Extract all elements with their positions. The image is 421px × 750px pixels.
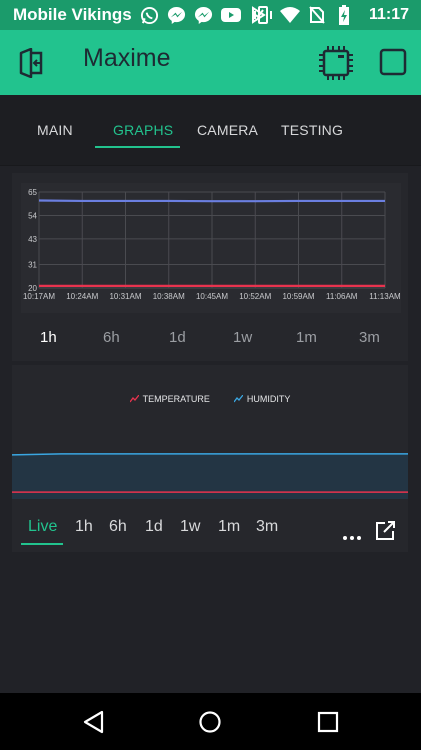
active-range-indicator [21, 543, 63, 545]
tab-bar: MAIN GRAPHS CAMERA TESTING [0, 95, 421, 166]
tab-camera[interactable]: CAMERA [197, 122, 258, 138]
y-tick-label: 54 [28, 211, 37, 220]
vibrate-icon [253, 5, 273, 25]
range-live[interactable]: Live [28, 518, 57, 536]
x-tick-label: 10:17AM [23, 292, 55, 301]
range-1h[interactable]: 1h [40, 329, 57, 346]
stop-square-icon[interactable] [379, 48, 407, 76]
history-chart[interactable]: 203143546510:17AM 10:24AM 10:31AM 10:38AM 10… [12, 173, 408, 316]
whatsapp-icon [140, 5, 160, 25]
range-1d[interactable]: 1d [145, 518, 163, 536]
live-range-selector: Live 1h 6h 1d 1w 1m 3m [12, 510, 408, 552]
android-nav-bar [0, 693, 421, 750]
clock: 11:17 [368, 6, 409, 23]
range-6h[interactable]: 6h [109, 518, 127, 536]
wifi-icon [279, 5, 300, 25]
battery-charging-icon [334, 5, 354, 25]
tab-testing[interactable]: TESTING [281, 122, 343, 138]
live-graph-widget: TEMPERATURE HUMIDITY Live 1h 6h 1d 1w 1m… [12, 365, 408, 552]
tab-main[interactable]: MAIN [37, 122, 73, 138]
y-tick-label: 65 [28, 188, 37, 197]
messenger-icon [194, 5, 214, 25]
youtube-icon [220, 5, 241, 25]
range-1w[interactable]: 1w [180, 518, 200, 536]
system-icons: 11:17 [253, 0, 409, 30]
history-range-selector: 1h 6h 1d 1w 1m 3m [12, 316, 408, 361]
x-tick-label: 11:06AM [326, 292, 358, 301]
status-bar: Mobile Vikings 11:17 [0, 0, 421, 30]
x-tick-label: 10:52AM [239, 292, 271, 301]
x-tick-label: 10:38AM [153, 292, 185, 301]
legend-humidity: HUMIDITY [233, 394, 291, 404]
range-6h[interactable]: 6h [103, 329, 120, 346]
range-1m[interactable]: 1m [296, 329, 317, 346]
home-icon[interactable] [198, 710, 222, 734]
live-chart[interactable] [12, 447, 408, 499]
legend-temperature-label: TEMPERATURE [142, 394, 210, 404]
exit-project-icon[interactable] [17, 47, 47, 79]
more-options-icon[interactable] [342, 527, 362, 540]
no-sim-icon [307, 5, 327, 25]
range-3m[interactable]: 3m [359, 329, 380, 346]
x-tick-label: 11:13AM [369, 292, 401, 301]
recents-icon[interactable] [316, 710, 340, 734]
range-1d[interactable]: 1d [169, 329, 186, 346]
project-title: Maxime [83, 44, 171, 72]
range-3m[interactable]: 3m [256, 518, 278, 536]
range-1w[interactable]: 1w [233, 329, 252, 346]
device-chip-icon[interactable] [318, 45, 354, 81]
app-bar: Maxime [0, 30, 421, 95]
tab-graphs[interactable]: GRAPHS [113, 122, 173, 138]
series-line-0 [38, 199, 385, 203]
x-tick-label: 10:31AM [109, 292, 141, 301]
range-1m[interactable]: 1m [218, 518, 240, 536]
active-tab-indicator [95, 146, 180, 148]
legend-temperature-icon [129, 395, 139, 403]
open-fullscreen-icon[interactable] [374, 520, 396, 542]
carrier-name: Mobile Vikings [13, 5, 132, 24]
back-icon[interactable] [82, 710, 106, 734]
y-tick-label: 31 [28, 261, 37, 270]
legend-temperature: TEMPERATURE [129, 394, 210, 404]
x-tick-label: 10:45AM [196, 292, 228, 301]
history-graph-widget: 20 31 43 54 65 10:17AM 10:24AM 10:31AM 10:38AM 10… [12, 173, 408, 361]
x-tick-label: 10:59AM [282, 292, 314, 301]
x-tick-label: 10:24AM [66, 292, 98, 301]
y-tick-label: 43 [28, 235, 37, 244]
messenger-icon [167, 5, 187, 25]
legend-humidity-label: HUMIDITY [246, 394, 291, 404]
chart-legend: TEMPERATURE HUMIDITY [12, 394, 408, 404]
legend-humidity-icon [233, 395, 243, 403]
range-1h[interactable]: 1h [75, 518, 93, 536]
